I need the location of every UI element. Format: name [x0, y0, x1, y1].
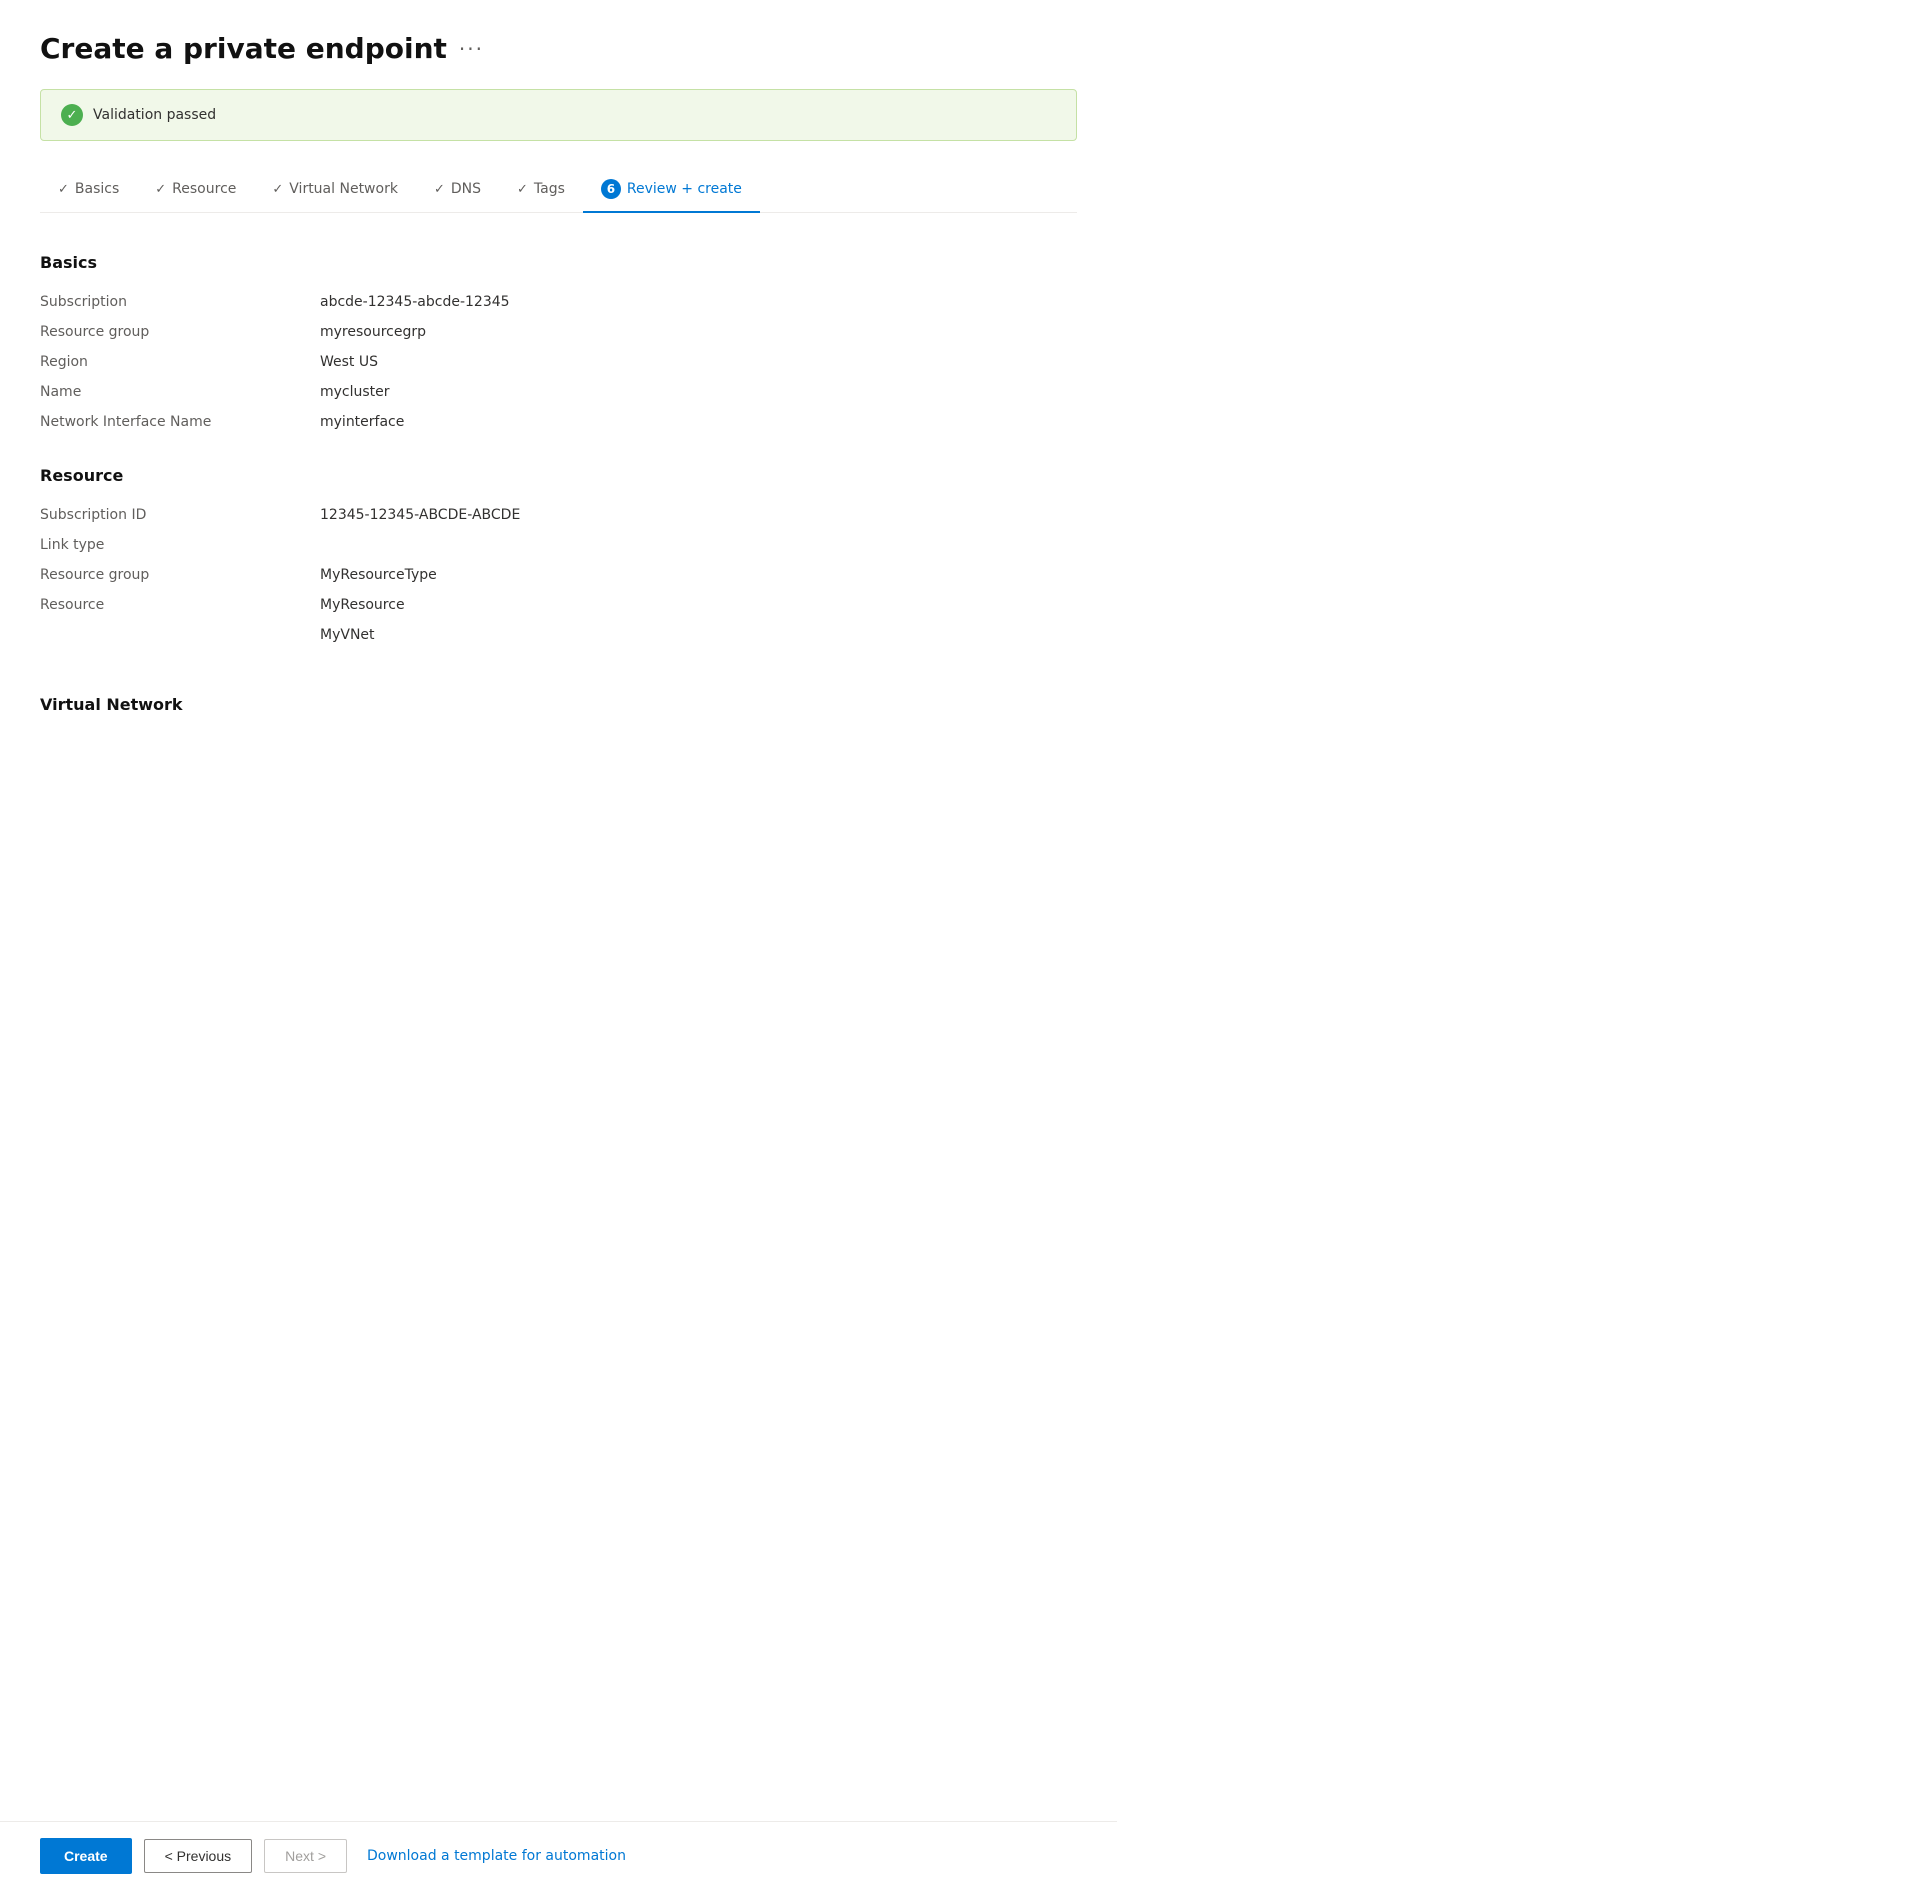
- basics-nic-name-label: Network Interface Name: [40, 414, 320, 430]
- tab-resource[interactable]: ✓ Resource: [137, 171, 254, 211]
- bottom-bar: Create < Previous Next > Download a temp…: [0, 1821, 1117, 1890]
- basics-name-row: Name mycluster: [40, 378, 1077, 408]
- page-title: Create a private endpoint: [40, 32, 447, 65]
- resource-check-icon: ✓: [155, 182, 166, 197]
- basics-region-value: West US: [320, 354, 1077, 370]
- resource-link-type-label: Link type: [40, 537, 320, 553]
- tab-review-create-label: Review + create: [627, 181, 742, 197]
- validation-banner: Validation passed: [40, 89, 1077, 141]
- basics-nic-name-value: myinterface: [320, 414, 1077, 430]
- validation-text: Validation passed: [93, 107, 216, 123]
- resource-myvnet-value: MyVNet: [320, 627, 1077, 643]
- tab-virtual-network[interactable]: ✓ Virtual Network: [254, 171, 416, 211]
- resource-link-type-row: Link type: [40, 531, 1077, 561]
- tab-basics[interactable]: ✓ Basics: [40, 171, 137, 211]
- basics-nic-name-row: Network Interface Name myinterface: [40, 408, 1077, 438]
- virtual-network-section-title: Virtual Network: [40, 695, 1077, 714]
- basics-resource-group-value: myresourcegrp: [320, 324, 1077, 340]
- create-button[interactable]: Create: [40, 1838, 132, 1874]
- tab-tags-label: Tags: [534, 181, 565, 197]
- tags-check-icon: ✓: [517, 182, 528, 197]
- content-area: Basics Subscription abcde-12345-abcde-12…: [40, 245, 1077, 746]
- validation-check-icon: [61, 104, 83, 126]
- virtual-network-section: Virtual Network: [40, 687, 1077, 730]
- resource-subscription-id-label: Subscription ID: [40, 507, 320, 523]
- ellipsis-menu-icon[interactable]: ···: [459, 37, 484, 61]
- resource-myvnet-row: MyVNet: [40, 621, 1077, 651]
- download-template-link[interactable]: Download a template for automation: [367, 1848, 626, 1864]
- resource-subscription-id-value: 12345-12345-ABCDE-ABCDE: [320, 507, 1077, 523]
- next-button: Next >: [264, 1839, 347, 1873]
- basics-name-value: mycluster: [320, 384, 1077, 400]
- dns-check-icon: ✓: [434, 182, 445, 197]
- basics-subscription-label: Subscription: [40, 294, 320, 310]
- tab-resource-label: Resource: [172, 181, 236, 197]
- basics-subscription-row: Subscription abcde-12345-abcde-12345: [40, 288, 1077, 318]
- basics-subscription-value: abcde-12345-abcde-12345: [320, 294, 1077, 310]
- tab-dns[interactable]: ✓ DNS: [416, 171, 499, 211]
- virtual-network-check-icon: ✓: [272, 182, 283, 197]
- previous-button[interactable]: < Previous: [144, 1839, 253, 1873]
- steps-nav: ✓ Basics ✓ Resource ✓ Virtual Network ✓ …: [40, 169, 1077, 213]
- basics-resource-group-label: Resource group: [40, 324, 320, 340]
- basics-section-title: Basics: [40, 253, 1077, 272]
- resource-resource-group-row: Resource group MyResourceType: [40, 561, 1077, 591]
- tab-dns-label: DNS: [451, 181, 481, 197]
- resource-resource-group-label: Resource group: [40, 567, 320, 583]
- tab-tags[interactable]: ✓ Tags: [499, 171, 583, 211]
- resource-resource-group-value: MyResourceType: [320, 567, 1077, 583]
- basics-region-label: Region: [40, 354, 320, 370]
- resource-resource-row: Resource MyResource: [40, 591, 1077, 621]
- basics-name-label: Name: [40, 384, 320, 400]
- basics-check-icon: ✓: [58, 182, 69, 197]
- tab-basics-label: Basics: [75, 181, 119, 197]
- resource-section: Resource Subscription ID 12345-12345-ABC…: [40, 458, 1077, 651]
- basics-region-row: Region West US: [40, 348, 1077, 378]
- resource-section-title: Resource: [40, 466, 1077, 485]
- resource-resource-label: Resource: [40, 597, 320, 613]
- review-create-badge: 6: [601, 179, 621, 199]
- resource-subscription-id-row: Subscription ID 12345-12345-ABCDE-ABCDE: [40, 501, 1077, 531]
- basics-section: Basics Subscription abcde-12345-abcde-12…: [40, 245, 1077, 438]
- tab-virtual-network-label: Virtual Network: [289, 181, 398, 197]
- tab-review-create[interactable]: 6 Review + create: [583, 169, 760, 213]
- resource-resource-value: MyResource: [320, 597, 1077, 613]
- basics-resource-group-row: Resource group myresourcegrp: [40, 318, 1077, 348]
